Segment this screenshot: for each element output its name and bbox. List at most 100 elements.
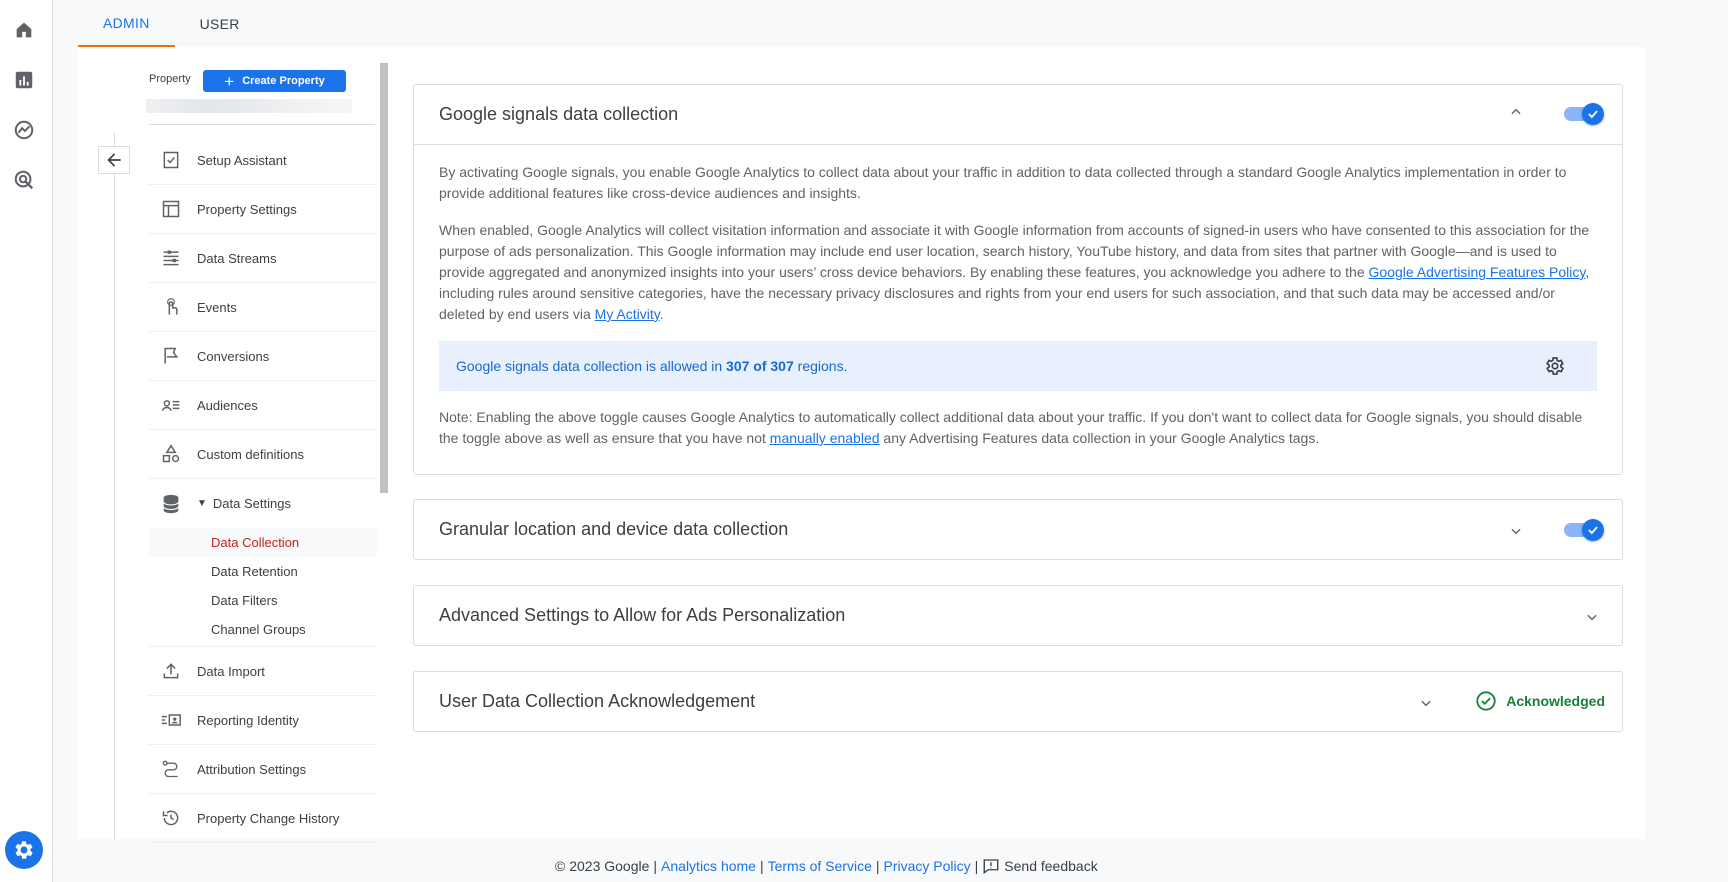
panel-header[interactable]: Google signals data collection [414,85,1622,144]
events-icon [159,295,183,319]
advertising-policy-link[interactable]: Google Advertising Features Policy [1369,264,1586,280]
nav-item-label: Property Settings [197,201,297,217]
google-signals-panel: Google signals data collection By activa… [413,84,1623,475]
admin-user-tabs: ADMIN USER [78,0,265,47]
panel-title: Google signals data collection [439,104,679,124]
data-settings-submenu: Data Collection Data Retention Data Filt… [149,528,377,647]
create-property-button[interactable]: + Create Property [203,70,346,92]
nav-item-label: Data Import [197,663,265,679]
nav-list: Setup Assistant Property Settings Data S… [149,136,377,843]
plus-icon: + [224,71,235,91]
panel-title: Advanced Settings to Allow for Ads Perso… [439,605,846,625]
chevron-down-icon[interactable] [1582,607,1602,627]
flag-icon [159,344,183,368]
attribution-icon [159,757,183,781]
nav-item-property-settings[interactable]: Property Settings [149,185,377,234]
nav-item-property-change-history[interactable]: Property Change History [149,794,377,843]
nav-item-data-import[interactable]: Data Import [149,647,377,696]
sub-item-data-filters[interactable]: Data Filters [149,586,377,615]
user-data-acknowledgement-panel: User Data Collection Acknowledgement Ack… [413,671,1623,732]
advertising-icon[interactable] [12,168,36,192]
sub-item-channel-groups[interactable]: Channel Groups [149,615,377,644]
nav-item-data-settings[interactable]: ▼ Data Settings [149,479,377,528]
check-icon [1582,519,1604,541]
database-icon [159,492,183,516]
acknowledged-status: Acknowledged [1475,690,1605,712]
nav-item-reporting-identity[interactable]: Reporting Identity [149,696,377,745]
panel-header[interactable]: User Data Collection Acknowledgement Ack… [414,672,1622,731]
acknowledged-label: Acknowledged [1506,693,1605,709]
panel-body: By activating Google signals, you enable… [414,144,1622,474]
tab-admin[interactable]: ADMIN [78,0,175,47]
nav-item-label: Custom definitions [197,446,304,462]
check-icon [1582,103,1604,125]
nav-item-label: Data Settings [212,496,291,511]
nav-item-conversions[interactable]: Conversions [149,332,377,381]
terms-link[interactable]: Terms of Service [768,858,872,874]
nav-item-events[interactable]: Events [149,283,377,332]
nav-item-label: Setup Assistant [197,152,287,168]
panel-title: Granular location and device data collec… [439,519,789,539]
nav-divider-line [114,132,115,839]
nav-item-label: Conversions [197,348,270,364]
reports-icon[interactable] [12,68,36,92]
history-icon [159,806,183,830]
sub-item-data-collection[interactable]: Data Collection [149,528,377,557]
my-activity-link[interactable]: My Activity [595,306,660,322]
copyright: © 2023 Google [555,858,650,874]
nav-scrollbar[interactable] [380,63,388,493]
regions-text: Google signals data collection is allowe… [456,357,848,374]
signals-toggle[interactable] [1564,102,1604,125]
arrow-back-icon [107,153,121,167]
explore-icon[interactable] [12,118,36,142]
panel-header[interactable]: Granular location and device data collec… [414,500,1622,559]
upload-icon [159,659,183,683]
nav-item-attribution-settings[interactable]: Attribution Settings [149,745,377,794]
nav-item-label: Events [197,299,237,315]
nav-item-data-streams[interactable]: Data Streams [149,234,377,283]
sub-item-data-retention[interactable]: Data Retention [149,557,377,586]
home-icon[interactable] [12,18,36,42]
check-circle-icon [1476,691,1496,711]
main-content: Property + Create Property Setup Assista… [78,47,1645,843]
privacy-link[interactable]: Privacy Policy [884,858,971,874]
gear-icon[interactable] [1543,354,1567,378]
shapes-icon [159,442,183,466]
panel-header[interactable]: Advanced Settings to Allow for Ads Perso… [414,586,1622,645]
advanced-settings-panel: Advanced Settings to Allow for Ads Perso… [413,585,1623,646]
chevron-down-icon[interactable] [1506,521,1526,541]
tab-user[interactable]: USER [175,0,265,47]
regions-info-box: Google signals data collection is allowe… [439,341,1597,391]
send-feedback-button[interactable]: Send feedback [982,857,1098,875]
property-settings-icon [159,197,183,221]
chevron-down-icon[interactable] [1416,693,1436,713]
reporting-identity-icon [159,708,183,732]
left-rail [0,0,53,882]
nav-item-custom-definitions[interactable]: Custom definitions [149,430,377,479]
panel-title: User Data Collection Acknowledgement [439,691,756,711]
nav-item-label: Attribution Settings [197,761,307,777]
granular-toggle[interactable] [1564,518,1604,541]
chevron-up-icon[interactable] [1506,102,1526,122]
nav-item-audiences[interactable]: Audiences [149,381,377,430]
back-button[interactable] [98,146,130,174]
nav-item-label: Audiences [197,397,258,413]
analytics-home-link[interactable]: Analytics home [661,858,756,874]
nav-item-label: Data Streams [197,250,277,266]
manually-enabled-link[interactable]: manually enabled [770,430,880,446]
nav-item-label: Property Change History [197,810,340,826]
signals-consent-text: When enabled, Google Analytics will coll… [439,222,1590,322]
audiences-icon [159,393,183,417]
divider [149,124,375,125]
signals-description: By activating Google signals, you enable… [439,164,1567,201]
admin-gear-icon[interactable] [5,831,43,869]
nav-item-label: Reporting Identity [197,712,299,728]
nav-item-setup-assistant[interactable]: Setup Assistant [149,136,377,185]
granular-location-panel: Granular location and device data collec… [413,499,1623,560]
create-property-label: Create Property [242,75,325,87]
caret-down-icon: ▼ [197,498,207,509]
footer: © 2023 Google | Analytics home | Terms o… [555,857,1098,875]
signals-note: Note: Enabling the above toggle causes G… [439,409,1583,446]
property-label: Property [149,73,191,85]
property-selector[interactable] [146,99,352,113]
